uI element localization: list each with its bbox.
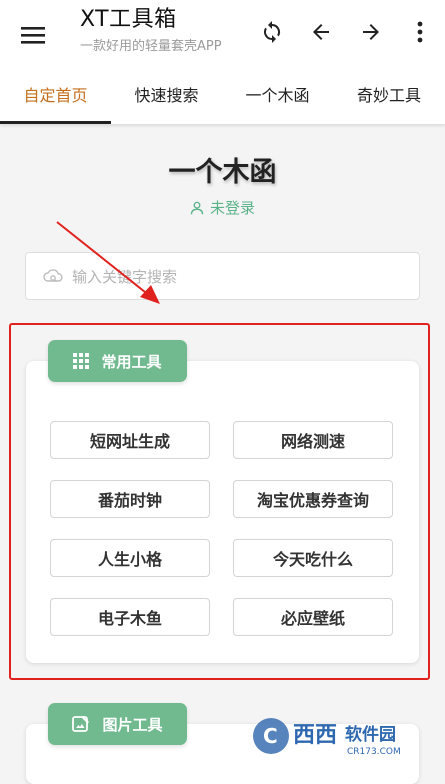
app-bar: XT工具箱 一款好用的轻量套壳APP [0, 0, 445, 72]
annotation-highlight-box [9, 323, 430, 680]
refresh-icon [263, 21, 281, 43]
watermark: C 西西 软件园 CR173.COM [245, 712, 445, 758]
more-vertical-icon [417, 21, 423, 43]
search-input[interactable] [70, 253, 404, 301]
app-title: XT工具箱 [80, 7, 177, 32]
watermark-text: 软件园 [345, 724, 396, 745]
tab-mu-han[interactable]: 一个木函 [222, 72, 333, 124]
tab-quick-search[interactable]: 快速搜索 [111, 72, 222, 124]
tab-indicator [0, 121, 111, 124]
user-icon [190, 201, 204, 214]
refresh-button[interactable] [257, 17, 287, 47]
search-box[interactable] [25, 252, 420, 301]
login-status[interactable]: 未登录 [0, 197, 445, 218]
arrow-left-icon [313, 24, 329, 40]
arrow-right-icon [363, 24, 379, 40]
back-button[interactable] [306, 17, 336, 47]
app-subtitle: 一款好用的轻量套壳APP [80, 39, 222, 54]
image-edit-icon [72, 716, 90, 732]
menu-icon [21, 27, 45, 44]
title-block: XT工具箱 一款好用的轻量套壳APP [80, 6, 222, 56]
page-title: 一个木函 [168, 157, 277, 188]
tab-bar: 自定首页 快速搜索 一个木函 奇妙工具 [0, 72, 445, 124]
section-tag-label: 图片工具 [102, 715, 163, 734]
svg-text:C: C [263, 724, 278, 748]
tab-wonder-tools[interactable]: 奇妙工具 [333, 72, 445, 124]
watermark-domain: CR173.COM [347, 747, 401, 757]
login-status-label: 未登录 [209, 199, 255, 217]
more-button[interactable] [405, 17, 435, 47]
tab-custom-home[interactable]: 自定首页 [0, 72, 111, 124]
watermark-logo-icon: C 西西 软件园 CR173.COM [253, 718, 401, 757]
cloud-search-icon [43, 269, 63, 283]
section-tag-image-tools: 图片工具 [48, 703, 187, 745]
forward-button[interactable] [356, 17, 386, 47]
menu-button[interactable] [18, 20, 48, 50]
watermark-brand: 西西 [293, 723, 337, 748]
